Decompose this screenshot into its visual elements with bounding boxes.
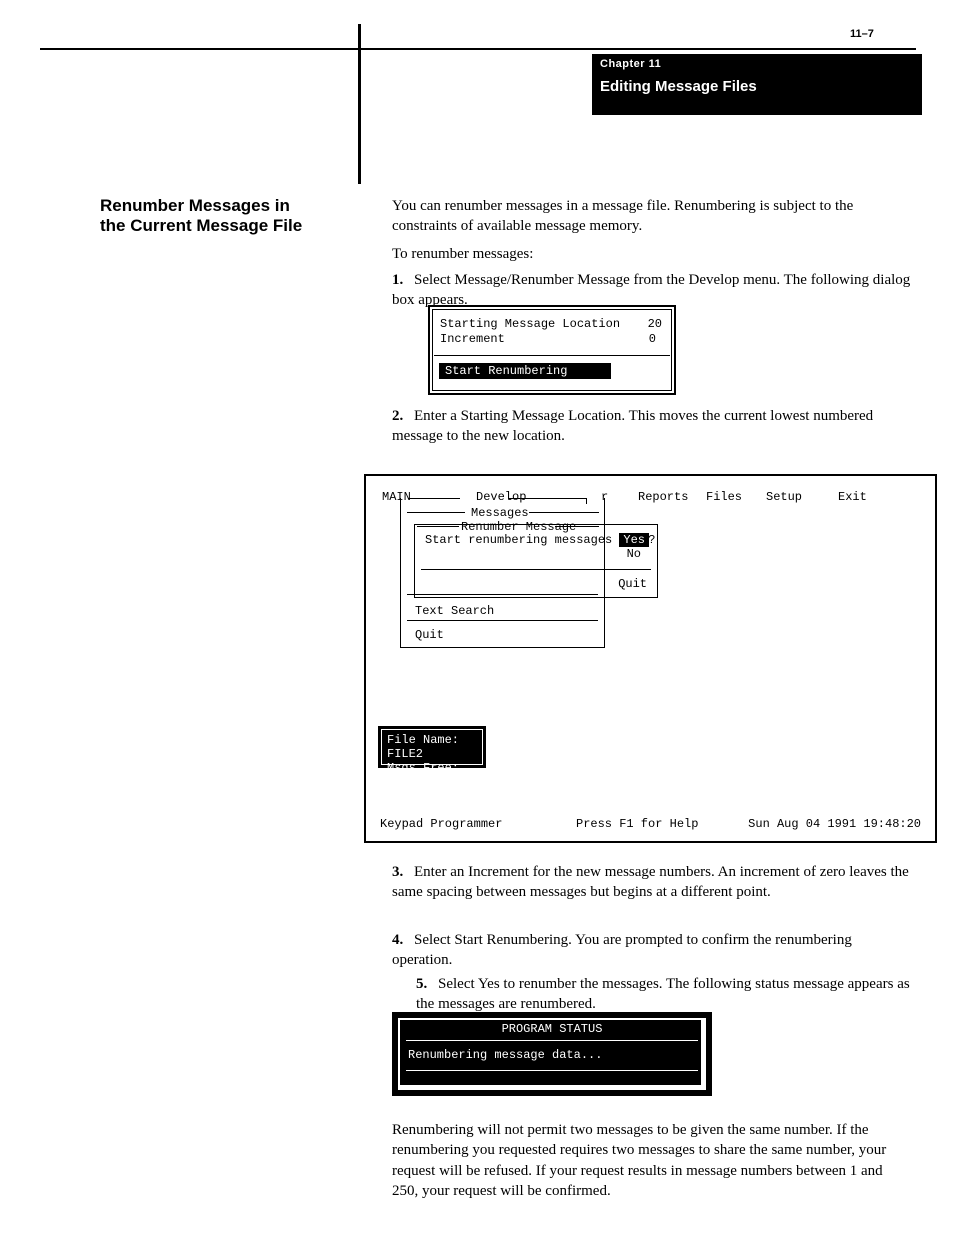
menu-item-text-search[interactable]: Text Search xyxy=(415,604,494,618)
step-5: 5.Select Yes to renumber the messages. T… xyxy=(416,974,912,1015)
start-location-value[interactable]: 20 xyxy=(648,317,662,331)
chapter-label: Chapter 11 xyxy=(600,58,661,70)
confirm-yes-button[interactable]: Yes xyxy=(619,533,649,547)
menu-exit[interactable]: Exit xyxy=(838,490,867,504)
status-datetime: Sun Aug 04 1991 19:48:20 xyxy=(748,817,921,831)
section-heading-line2: the Current Message File xyxy=(100,216,350,236)
msgs-free-line: Msgs Free: 114 xyxy=(387,761,477,789)
post-note: Renumbering will not permit two messages… xyxy=(392,1120,912,1201)
step-number: 1. xyxy=(392,270,414,290)
step-text: Select Start Renumbering. You are prompt… xyxy=(392,932,852,968)
chapter-title: Editing Message Files xyxy=(600,78,757,95)
step-text: Enter an Increment for the new message n… xyxy=(392,864,909,900)
file-name-line: File Name: FILE2 xyxy=(387,733,477,761)
file-info-box: File Name: FILE2 Msgs Free: 114 xyxy=(378,726,486,768)
vertical-divider xyxy=(358,24,361,184)
start-location-label: Starting Message Location xyxy=(440,317,620,331)
step-text: Select Yes to renumber the messages. The… xyxy=(416,976,910,1012)
menu-files[interactable]: Files xyxy=(706,490,742,504)
step-number: 3. xyxy=(392,862,414,882)
menu-reports[interactable]: Reports xyxy=(638,490,688,504)
step-number: 2. xyxy=(392,406,414,426)
status-bar: Keypad Programmer Press F1 for Help Sun … xyxy=(376,817,925,831)
program-status-message: Renumbering message data... xyxy=(408,1048,602,1062)
menu-setup[interactable]: Setup xyxy=(766,490,802,504)
program-status-title: PROGRAM STATUS xyxy=(392,1022,712,1036)
step-3: 3.Enter an Increment for the new message… xyxy=(392,862,912,903)
page-number: 11–7 xyxy=(850,28,874,40)
confirm-no-button[interactable]: No xyxy=(627,547,641,561)
intro-lead: To renumber messages: xyxy=(392,244,912,264)
program-status-dialog: PROGRAM STATUS Renumbering message data.… xyxy=(392,1012,712,1096)
menu-item-quit[interactable]: Quit xyxy=(415,628,444,642)
renumber-dialog: Starting Message Location 20 Increment 0… xyxy=(428,305,676,395)
status-left: Keypad Programmer xyxy=(380,817,502,831)
step-text: Select Message/Renumber Message from the… xyxy=(392,272,910,308)
app-screen: MAIN Develop r Reports Files Setup Exit … xyxy=(364,474,937,843)
step-4: 4.Select Start Renumbering. You are prom… xyxy=(392,930,912,971)
confirm-dialog: Start renumbering messages now ? Yes No … xyxy=(414,524,658,598)
confirm-quit-button[interactable]: Quit xyxy=(618,577,647,591)
increment-value[interactable]: 0 xyxy=(649,332,656,346)
header-rule xyxy=(40,48,916,50)
step-2: 2.Enter a Starting Message Location. Thi… xyxy=(392,406,912,447)
start-renumbering-button[interactable]: Start Renumbering xyxy=(439,363,611,379)
intro-paragraph: You can renumber messages in a message f… xyxy=(392,196,912,237)
section-heading-line1: Renumber Messages in xyxy=(100,196,350,216)
increment-label: Increment xyxy=(440,332,505,346)
step-number: 4. xyxy=(392,930,414,950)
status-help: Press F1 for Help xyxy=(576,817,698,831)
step-number: 5. xyxy=(416,974,438,994)
step-text: Enter a Starting Message Location. This … xyxy=(392,408,873,444)
submenu-messages: Messages xyxy=(471,506,529,520)
